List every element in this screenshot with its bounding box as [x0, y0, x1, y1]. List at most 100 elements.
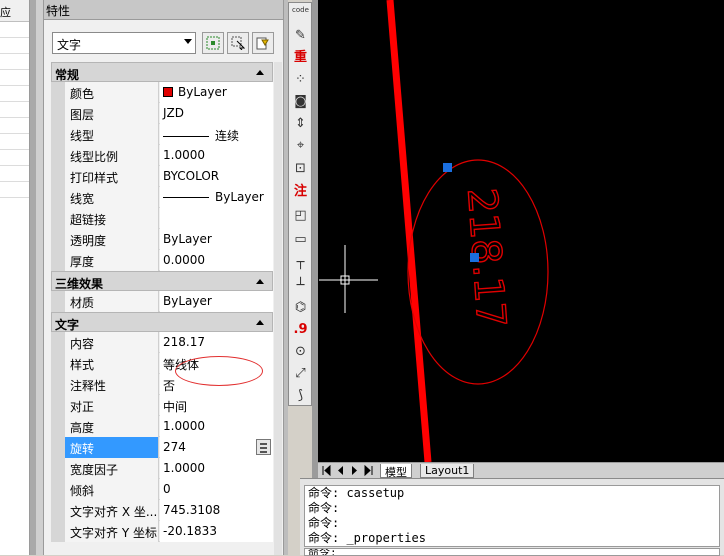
property-row[interactable]: 内容 218.17 [51, 332, 273, 353]
grip-point[interactable] [470, 253, 479, 262]
category-3d-effects[interactable]: 三维效果 [51, 271, 273, 291]
palette-grip[interactable] [36, 0, 44, 555]
vertical-dim-icon[interactable]: ⇕ [292, 115, 309, 132]
property-value[interactable]: ByLayer [160, 291, 273, 312]
property-name: 倾斜 [65, 479, 159, 500]
next-tab-icon[interactable] [349, 465, 360, 476]
object-type-select[interactable]: 文字 [52, 32, 196, 54]
rectangle-icon[interactable]: ▭ [292, 231, 309, 248]
property-value[interactable]: 745.3108 [160, 500, 273, 521]
toggle-pickadd-button[interactable] [202, 32, 224, 54]
zhong-icon[interactable]: 重 [292, 49, 309, 66]
property-row[interactable]: 透明度 ByLayer [51, 229, 273, 250]
rotated-label-text[interactable]: 218.17 [457, 186, 514, 330]
property-value-text: 否 [163, 379, 176, 393]
property-name: 透明度 [65, 229, 159, 250]
property-row[interactable]: 超链接 [51, 208, 273, 229]
property-value[interactable]: -20.1833 [160, 521, 273, 542]
property-row[interactable]: 打印样式 BYCOLOR [51, 166, 273, 187]
calculator-icon[interactable] [256, 439, 271, 455]
corner-icon[interactable]: ◰ [292, 207, 309, 224]
property-value[interactable]: 中间 [160, 395, 273, 416]
collapse-icon[interactable] [256, 70, 264, 75]
select-objects-button[interactable] [227, 32, 249, 54]
property-value[interactable]: ByLayer [160, 187, 273, 208]
property-value-text: ByLayer [163, 294, 212, 308]
tab-model[interactable]: 模型 [380, 464, 412, 479]
property-row[interactable]: 颜色 ByLayer [51, 82, 273, 103]
property-value[interactable]: ByLayer [160, 229, 273, 250]
property-value-text: 中间 [163, 400, 188, 414]
baseline-icon[interactable]: ┴ [292, 277, 309, 294]
grip-point[interactable] [443, 163, 452, 172]
collapse-icon[interactable] [256, 279, 264, 284]
row-gutter [51, 229, 65, 250]
property-name: 线宽 [65, 187, 159, 208]
left-strip-header: 应 [0, 0, 29, 22]
category-label: 文字 [55, 318, 80, 332]
property-row[interactable]: 材质 ByLayer [51, 291, 273, 312]
category-text[interactable]: 文字 [51, 312, 273, 332]
property-row[interactable]: 厚度 0.0000 [51, 250, 273, 271]
first-tab-icon[interactable] [321, 465, 332, 476]
property-value[interactable]: 0.0000 [160, 250, 273, 271]
vertical-toolbar: code ✎ 重 ⁘ ◙ ⇕ ⌖ ⊡ 注 ◰ ▭ ┬ ┴ ⌬ .9 ⊙ ⤢ ⟆ [288, 2, 312, 406]
row-gutter [51, 374, 65, 395]
property-value[interactable]: JZD [160, 103, 273, 124]
palette-scrollbar[interactable] [274, 62, 282, 555]
property-value[interactable]: 274 [160, 437, 273, 458]
circle-point-icon[interactable]: ⊙ [292, 343, 309, 360]
camera-icon[interactable]: ◙ [292, 93, 309, 110]
layout-tab-bar: 模型 Layout1 [318, 462, 724, 479]
zhu-icon[interactable]: 注 [292, 183, 309, 200]
property-value[interactable]: 1.0000 [160, 458, 273, 479]
property-row[interactable]: 线宽 ByLayer [51, 187, 273, 208]
property-row[interactable]: 宽度因子 1.0000 [51, 458, 273, 479]
category-label: 常规 [55, 68, 80, 82]
property-value[interactable] [160, 208, 273, 229]
tab-layout1[interactable]: Layout1 [420, 464, 475, 478]
collapse-icon[interactable] [256, 320, 264, 325]
row-gutter [51, 103, 65, 124]
dim-box-icon[interactable]: ⊡ [292, 160, 309, 177]
property-row[interactable]: 文字对齐 Y 坐标 -20.1833 [51, 521, 273, 542]
elevation-icon[interactable]: ⌬ [292, 299, 309, 316]
property-row[interactable]: 倾斜 0 [51, 479, 273, 500]
category-general[interactable]: 常规 [51, 62, 273, 82]
property-name: 文字对齐 Y 坐标 [65, 521, 159, 542]
quick-select-button[interactable] [252, 32, 274, 54]
property-value[interactable]: 连续 [160, 124, 273, 145]
property-row[interactable]: 对正 中间 [51, 395, 273, 416]
measure-icon[interactable]: ┬ [292, 254, 309, 271]
property-row[interactable]: 文字对齐 X 坐... 745.3108 [51, 500, 273, 521]
diagonal-icon[interactable]: ⤢ [292, 365, 309, 382]
property-row[interactable]: 线型 连续 [51, 124, 273, 145]
property-row[interactable]: 旋转 274 [51, 437, 273, 458]
decimal-icon[interactable]: .9 [292, 321, 309, 338]
prev-tab-icon[interactable] [335, 465, 346, 476]
strip-cell [0, 166, 29, 182]
property-row[interactable]: 图层 JZD [51, 103, 273, 124]
property-value[interactable]: ByLayer [160, 82, 273, 103]
xy-coord-icon[interactable]: ⌖ [292, 137, 309, 154]
boundary-line[interactable] [386, 0, 432, 462]
curve-icon[interactable]: ⟆ [292, 387, 309, 404]
property-value[interactable]: 0 [160, 479, 273, 500]
property-row[interactable]: 高度 1.0000 [51, 416, 273, 437]
last-tab-icon[interactable] [363, 465, 374, 476]
drawing-canvas[interactable]: 218.17 [318, 0, 724, 462]
row-gutter [51, 82, 65, 103]
property-row[interactable]: 线型比例 1.0000 [51, 145, 273, 166]
row-gutter [51, 208, 65, 229]
row-gutter [51, 353, 65, 374]
property-value[interactable]: 218.17 [160, 332, 273, 353]
property-value[interactable]: 1.0000 [160, 145, 273, 166]
node-grid-icon[interactable]: ⁘ [292, 71, 309, 88]
code-search-icon[interactable]: code [292, 6, 309, 23]
property-grid: 常规 颜色 ByLayer 图层 JZD 线型 连续 线型比例 1.0000 打印样式 BYCOL… [51, 62, 273, 542]
property-value[interactable]: BYCOLOR [160, 166, 273, 187]
property-value[interactable]: 1.0000 [160, 416, 273, 437]
property-value-text: 0.0000 [163, 253, 205, 267]
check-pen-icon[interactable]: ✎ [292, 27, 309, 44]
property-value-text: 1.0000 [163, 148, 205, 162]
